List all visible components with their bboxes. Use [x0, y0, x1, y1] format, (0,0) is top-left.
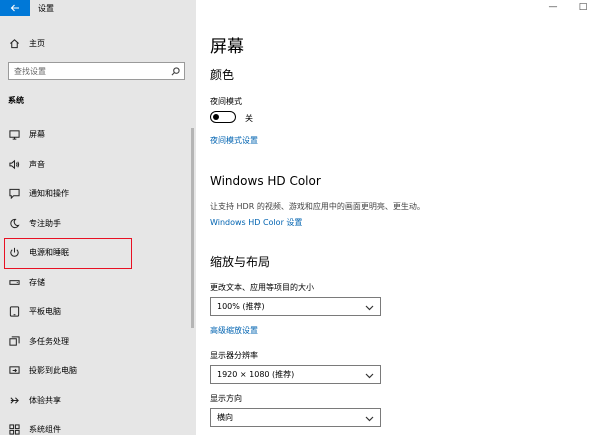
resolution-label: 显示器分辨率 [210, 351, 258, 360]
sidebar-item-project-to-pc[interactable]: 投影到此电脑 [0, 356, 190, 386]
sidebar-item-label: 体验共享 [29, 395, 61, 405]
resolution-value: 1920 × 1080 (推荐) [217, 370, 295, 379]
sidebar-item-home[interactable]: 主页 [8, 36, 45, 50]
components-icon [8, 424, 20, 435]
orientation-dropdown[interactable]: 横向 [210, 408, 381, 427]
toggle-knob [213, 113, 219, 120]
sidebar-nav: 屏幕 声音 通知和操作 专注助手 电源和睡眠 存储 平板电脑 多任务处理 投影到… [0, 120, 190, 435]
hdr-description: 让支持 HDR 的视频、游戏和应用中的画面更明亮、更生动。 [210, 202, 425, 211]
night-mode-settings-link[interactable]: 夜间模式设置 [210, 135, 258, 146]
night-mode-state: 关 [245, 114, 253, 123]
scale-label: 更改文本、应用等项目的大小 [210, 283, 314, 292]
sidebar-item-label: 多任务处理 [29, 336, 69, 346]
minimize-button[interactable]: — [546, 2, 560, 12]
sidebar-item-label: 专注助手 [29, 218, 61, 228]
color-heading: 颜色 [210, 68, 235, 82]
chevron-down-icon [365, 414, 374, 423]
night-mode-label: 夜间模式 [210, 97, 242, 106]
section-label: 系统 [8, 96, 24, 105]
advanced-scaling-link[interactable]: 高级缩放设置 [210, 325, 258, 336]
chevron-down-icon [365, 303, 374, 312]
page-title: 屏幕 [210, 37, 244, 57]
maximize-button[interactable]: □ [576, 2, 590, 12]
sidebar-item-label: 主页 [29, 38, 45, 48]
main-content: — □ 屏幕 颜色 夜间模式 关 夜间模式设置 Windows HD Color… [196, 0, 600, 435]
scale-dropdown[interactable]: 100% (推荐) [210, 297, 381, 316]
sidebar-item-label: 声音 [29, 159, 45, 169]
sidebar-item-label: 电源和睡眠 [29, 248, 69, 258]
notification-icon [8, 188, 20, 200]
sidebar-item-label: 通知和操作 [29, 189, 69, 199]
sidebar-item-shared-experiences[interactable]: 体验共享 [0, 386, 190, 416]
search-placeholder: 查找设置 [14, 66, 46, 76]
sidebar-item-label: 屏幕 [29, 130, 45, 140]
sidebar-item-notifications[interactable]: 通知和操作 [0, 179, 190, 209]
sidebar-item-tablet[interactable]: 平板电脑 [0, 297, 190, 327]
power-icon [8, 247, 20, 259]
share-icon [8, 394, 20, 406]
search-icon [168, 64, 182, 78]
sidebar-item-power-sleep[interactable]: 电源和睡眠 [0, 238, 190, 268]
resolution-dropdown[interactable]: 1920 × 1080 (推荐) [210, 365, 381, 384]
sidebar-item-label: 存储 [29, 277, 45, 287]
sidebar-item-display[interactable]: 屏幕 [0, 120, 190, 150]
home-icon [8, 37, 20, 49]
multitask-icon [8, 335, 20, 347]
orientation-value: 横向 [217, 413, 233, 422]
back-arrow-icon [10, 3, 20, 13]
night-mode-toggle[interactable] [210, 111, 236, 123]
tablet-icon [8, 306, 20, 318]
sidebar-item-storage[interactable]: 存储 [0, 268, 190, 298]
sidebar-item-label: 投影到此电脑 [29, 366, 77, 376]
sidebar-scrollbar[interactable] [191, 128, 194, 328]
search-input[interactable]: 查找设置 [8, 62, 185, 80]
speaker-icon [8, 158, 20, 170]
back-button[interactable] [0, 0, 30, 16]
sidebar-item-sound[interactable]: 声音 [0, 150, 190, 180]
orientation-label: 显示方向 [210, 394, 242, 403]
app-title: 设置 [38, 4, 54, 13]
title-bar: 设置 [0, 0, 196, 16]
sidebar-item-multitasking[interactable]: 多任务处理 [0, 327, 190, 357]
storage-icon [8, 276, 20, 288]
sidebar-item-system-components[interactable]: 系统组件 [0, 415, 190, 435]
sidebar-item-label: 系统组件 [29, 425, 61, 435]
monitor-icon [8, 129, 20, 141]
moon-icon [8, 217, 20, 229]
hdr-settings-link[interactable]: Windows HD Color 设置 [210, 217, 302, 228]
chevron-down-icon [365, 371, 374, 380]
sidebar-item-focus-assist[interactable]: 专注助手 [0, 209, 190, 239]
project-icon [8, 365, 20, 377]
scale-layout-heading: 缩放与布局 [210, 255, 271, 269]
scale-value: 100% (推荐) [217, 302, 265, 311]
sidebar-item-label: 平板电脑 [29, 307, 61, 317]
hdr-heading: Windows HD Color [210, 174, 321, 188]
sidebar: 设置 主页 查找设置 系统 屏幕 声音 通知和操作 专注助手 电源和睡眠 存储 … [0, 0, 196, 435]
